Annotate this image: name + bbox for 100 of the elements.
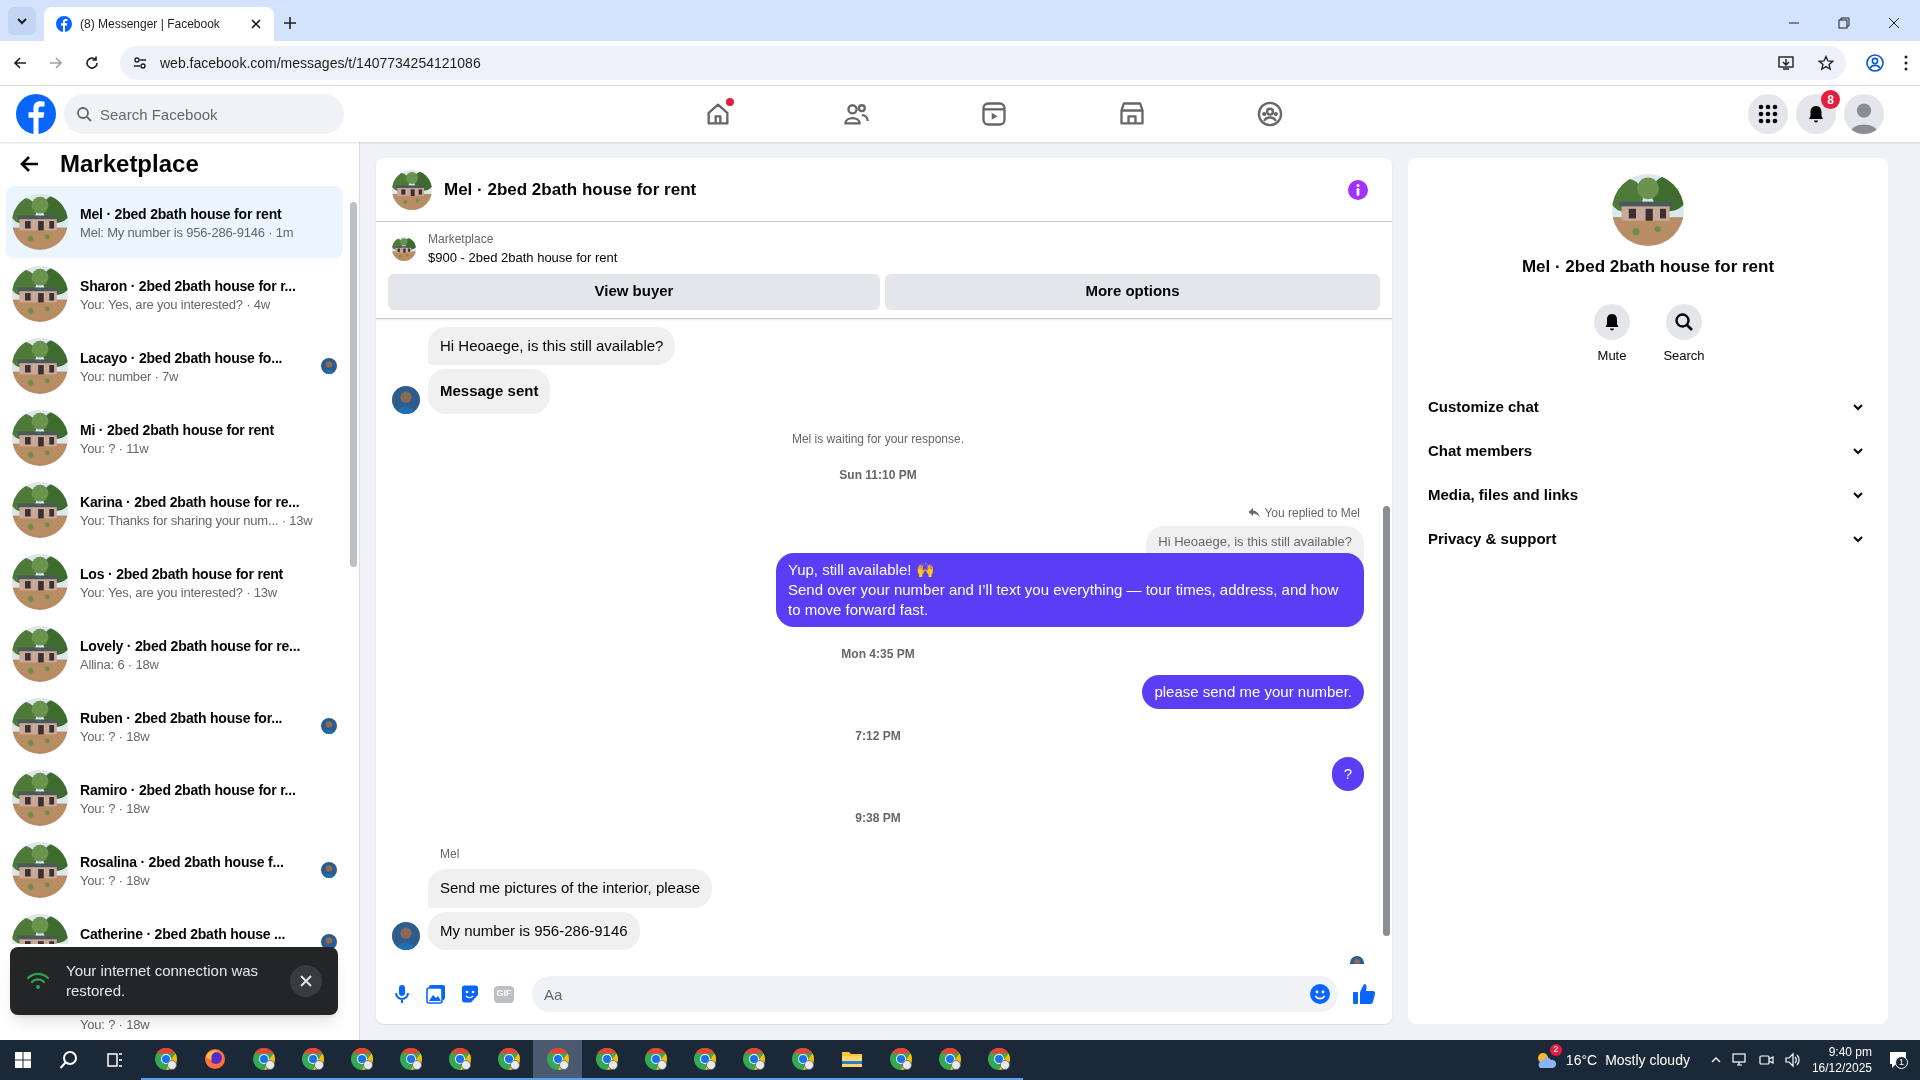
emoji-icon[interactable]	[1310, 984, 1330, 1004]
sticker-icon[interactable]	[460, 984, 480, 1004]
reply-label: You replied to Mel	[1264, 504, 1360, 522]
close-button[interactable]	[290, 965, 322, 997]
message-input[interactable]: Aa	[532, 976, 1338, 1012]
browser-icon	[741, 1047, 766, 1071]
message-bubble: Send me pictures of the interior, please	[428, 869, 713, 908]
conversation-preview: You: ? · 18w	[80, 802, 151, 816]
conversation-title: Catherine · 2bed 2bath house ...	[80, 925, 287, 944]
menu-icon[interactable]	[1904, 55, 1908, 71]
chat-title: Mel · 2bed 2bath house for rent	[444, 178, 698, 201]
close-icon	[300, 975, 312, 987]
search-icon	[1674, 311, 1694, 332]
section-header[interactable]: Customize chat	[1424, 385, 1872, 429]
message-bubble: ?	[1331, 757, 1364, 791]
clock-time: 9:40 pm	[1828, 1044, 1872, 1060]
search-field[interactable]: Search Facebook	[64, 94, 344, 134]
facebook-logo-icon[interactable]	[16, 94, 56, 134]
back-arrow-icon[interactable]	[20, 154, 40, 174]
windows-icon	[15, 1052, 31, 1068]
view-buyer-button[interactable]: View buyer	[388, 273, 880, 310]
sender-name: Mel	[440, 847, 460, 861]
conversation-item[interactable]: Los · 2bed 2bath house for rent You: Yes, are you interested? · 13w	[6, 546, 343, 618]
conversation-item[interactable]: Mel · 2bed 2bath house for rent Mel: My number is 956-286-9146 · 1m	[6, 186, 343, 258]
notification-count: 1	[1895, 1056, 1908, 1069]
conversation-item[interactable]: Lovely · 2bed 2bath house for re... Allina: 6 · 18w	[6, 618, 343, 690]
url-text: web.facebook.com/messages/t/1407734254121086	[160, 53, 482, 73]
site-settings-icon[interactable]	[132, 55, 148, 71]
star-icon[interactable]	[1818, 55, 1834, 71]
conversation-item[interactable]: Mi · 2bed 2bath house for rent You: ? · 11w	[6, 402, 343, 474]
thumbs-up-icon[interactable]	[1352, 982, 1376, 1006]
more-options-button[interactable]: More options	[885, 273, 1380, 310]
new-tab-icon[interactable]	[282, 15, 298, 31]
install-icon[interactable]	[1778, 55, 1794, 71]
conversation-title: Lacayo · 2bed 2bath house fo...	[80, 349, 284, 368]
browser-icon	[398, 1047, 423, 1071]
conversation-title: Mi · 2bed 2bath house for rent	[80, 421, 275, 440]
section-header[interactable]: Privacy & support	[1424, 517, 1872, 561]
task-view-icon[interactable]	[105, 1050, 125, 1070]
conversation-item[interactable]: Ruben · 2bed 2bath house for... You: ? · 18w	[6, 690, 343, 762]
conversation-title: Sharon · 2bed 2bath house for r...	[80, 277, 297, 296]
mute-button[interactable]	[1594, 303, 1630, 340]
forward-icon[interactable]	[48, 55, 64, 71]
chevron-icon	[1852, 445, 1864, 457]
conversation-title: Lovely · 2bed 2bath house for re...	[80, 637, 302, 656]
search-icon	[76, 106, 92, 122]
taskbar-app[interactable]	[533, 1040, 582, 1080]
image-icon[interactable]	[426, 984, 446, 1004]
waiting-notice: Mel is waiting for your response.	[791, 430, 965, 448]
close-icon[interactable]	[1888, 17, 1900, 29]
account-button[interactable]	[1844, 94, 1884, 134]
message-bubble: please send me your number.	[1142, 675, 1364, 709]
reply-icon	[1248, 506, 1261, 519]
section-header[interactable]: Chat members	[1424, 429, 1872, 473]
bell-icon	[1806, 104, 1826, 124]
weather-badge: 2	[1549, 1044, 1562, 1056]
conversation-item[interactable]: Sharon · 2bed 2bath house for r... You: Yes, are you interested? · 4w	[6, 258, 343, 330]
browser-tab[interactable]: (8) Messenger | Facebook	[44, 7, 274, 41]
address-bar[interactable]: web.facebook.com/messages/t/1407734254121086	[120, 46, 1846, 80]
tab-list-button[interactable]	[8, 7, 36, 35]
action-label: Mute	[1597, 346, 1627, 365]
conversation-preview: You: ? · 18w	[80, 730, 151, 744]
toast-message: Your internet connection was restored.	[66, 961, 260, 1001]
avatar	[321, 358, 337, 374]
network-icon[interactable]	[1731, 1052, 1748, 1068]
camera-icon[interactable]	[1757, 1052, 1774, 1068]
avatar	[321, 862, 337, 878]
reload-icon[interactable]	[84, 55, 100, 71]
conversation-item[interactable]: Karina · 2bed 2bath house for re... You: Thanks for sharing your num... · 13w	[6, 474, 343, 546]
conversation-preview: Allina: 6 · 18w	[80, 658, 160, 672]
message-bubble: Message sent	[428, 369, 551, 414]
microphone-icon[interactable]	[392, 984, 412, 1004]
close-icon[interactable]	[250, 18, 262, 30]
conversation-preview: You: Yes, are you interested? · 4w	[80, 298, 272, 312]
conversation-preview: You: ? · 11w	[80, 442, 150, 456]
restore-icon[interactable]	[1838, 17, 1850, 29]
browser-icon	[692, 1047, 717, 1071]
avatar	[392, 922, 420, 950]
section-header[interactable]: Media, files and links	[1424, 473, 1872, 517]
browser-icon	[251, 1047, 276, 1071]
video-icon	[980, 100, 1008, 128]
chevron-icon	[1852, 489, 1864, 501]
menu-button[interactable]	[1748, 94, 1788, 134]
search-button[interactable]	[1666, 303, 1702, 340]
conversation-item[interactable]: Rosalina · 2bed 2bath house f... You: ? · 18w	[6, 834, 343, 906]
timestamp: Sun 11:10 PM	[839, 466, 917, 484]
profile-icon[interactable]	[1866, 54, 1884, 72]
volume-icon[interactable]	[1783, 1052, 1800, 1068]
weather-text: Mostly cloudy	[1605, 1050, 1690, 1070]
conversation-item[interactable]: Ramiro · 2bed 2bath house for r... You: ? · 18w	[6, 762, 343, 834]
listing-label: Marketplace	[428, 231, 495, 248]
action-label: Search	[1663, 346, 1705, 365]
back-icon[interactable]	[12, 55, 28, 71]
conversation-item[interactable]: Lacayo · 2bed 2bath house fo... You: number · 7w	[6, 330, 343, 402]
info-icon[interactable]	[1348, 179, 1368, 200]
search-icon[interactable]	[59, 1050, 79, 1070]
conversation-item[interactable]: You: ? · 18w	[6, 1018, 343, 1032]
avatar	[392, 385, 420, 414]
facebook-logo-icon	[56, 16, 72, 32]
avatar	[321, 934, 337, 950]
